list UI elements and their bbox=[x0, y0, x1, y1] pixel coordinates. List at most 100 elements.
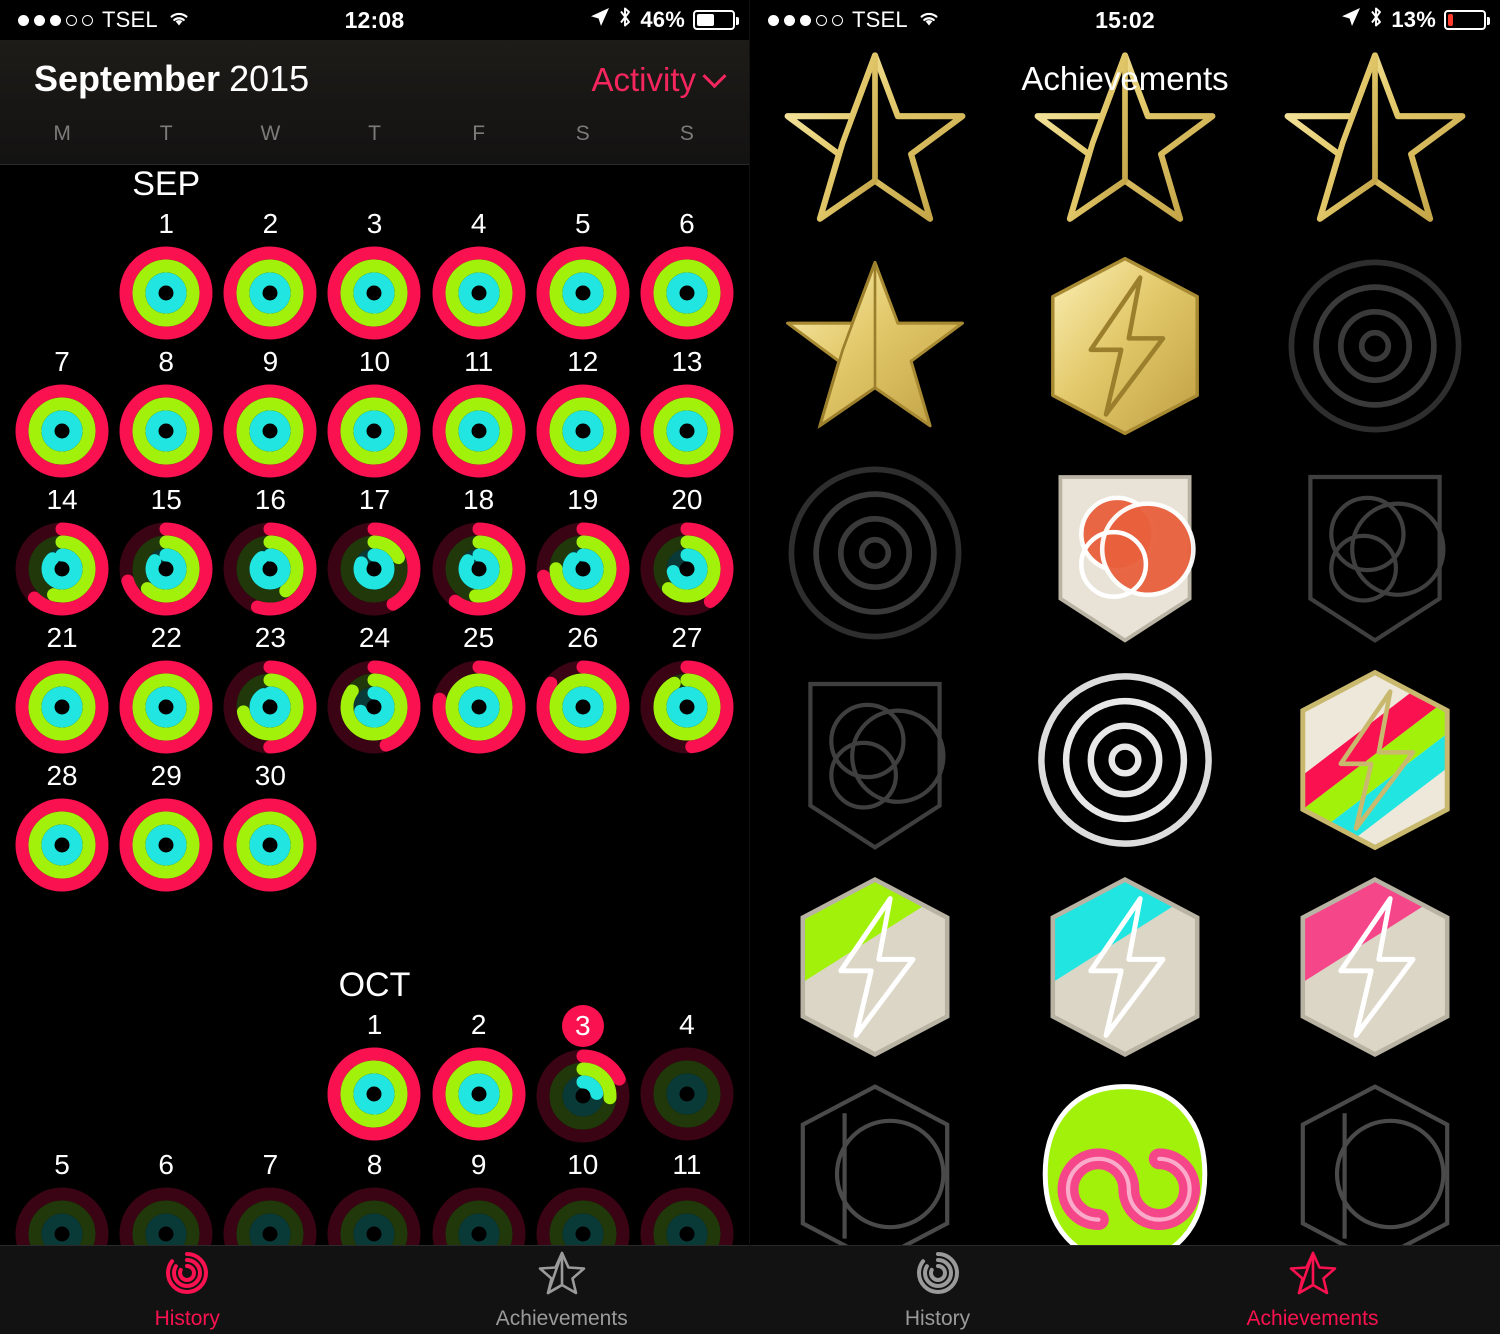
locked-shield-icon bbox=[1308, 474, 1446, 643]
pink-bolt-hexagon-badge[interactable] bbox=[1275, 867, 1475, 1067]
locked-ten-icon bbox=[800, 1083, 950, 1245]
day-number: 3 bbox=[366, 208, 383, 239]
day-number: 2 bbox=[470, 1009, 487, 1040]
calendar-day-cell[interactable]: 2 bbox=[427, 1005, 531, 1145]
calendar-day-cell[interactable]: 23 bbox=[218, 618, 322, 756]
calendar-day-cell[interactable]: 20 bbox=[635, 480, 739, 618]
activity-rings bbox=[119, 798, 213, 892]
calendar-day-cell[interactable]: 12 bbox=[531, 342, 635, 480]
silver-rings-badge[interactable] bbox=[1025, 660, 1225, 860]
calendar-day-cell[interactable]: 16 bbox=[218, 480, 322, 618]
move-goal-shield-badge[interactable] bbox=[1025, 453, 1225, 653]
calendar-day-cell[interactable]: 18 bbox=[427, 480, 531, 618]
battery-percent-label: 13% bbox=[1391, 7, 1436, 32]
calendar-day-cell[interactable]: 5 bbox=[10, 1145, 114, 1245]
activity-rings bbox=[119, 1187, 213, 1245]
calendar-day-cell[interactable]: 6 bbox=[635, 204, 739, 342]
calendar-day-cell[interactable]: 4 bbox=[427, 204, 531, 342]
activity-rings bbox=[223, 660, 317, 754]
status-clock: 12:08 bbox=[344, 6, 405, 33]
calendar-day-cell[interactable]: 8 bbox=[322, 1145, 426, 1245]
locked-rings-badge[interactable] bbox=[775, 453, 975, 653]
infinity-loop-badge[interactable] bbox=[1025, 1074, 1225, 1245]
wifi-icon bbox=[917, 7, 941, 33]
calendar-day-cell[interactable]: 19 bbox=[531, 480, 635, 618]
gold-bolt-hexagon-badge[interactable] bbox=[1025, 246, 1225, 446]
calendar-day-cell[interactable]: 4 bbox=[635, 1005, 739, 1145]
activity-rings-icon bbox=[166, 1251, 209, 1294]
cyan-bolt-hexagon-badge[interactable] bbox=[1025, 867, 1225, 1067]
calendar-day-cell[interactable]: 3 bbox=[322, 204, 426, 342]
calendar-day-cell[interactable]: 15 bbox=[114, 480, 218, 618]
calendar-day-cell[interactable]: 27 bbox=[635, 618, 739, 756]
locked-ten-badge[interactable] bbox=[1275, 1074, 1475, 1245]
calendar-day-cell[interactable]: 21 bbox=[10, 618, 114, 756]
calendar-day-cell[interactable]: 6 bbox=[114, 1145, 218, 1245]
calendar-day-cell[interactable]: 17 bbox=[322, 480, 426, 618]
locked-rings-badge[interactable] bbox=[1275, 246, 1475, 446]
calendar-day-cell[interactable]: 11 bbox=[427, 342, 531, 480]
calendar-day-cell[interactable]: 9 bbox=[427, 1145, 531, 1245]
activity-rings-icon bbox=[916, 1251, 959, 1294]
achievements-grid[interactable] bbox=[750, 35, 1500, 1245]
calendar-day-cell[interactable]: 7 bbox=[10, 342, 114, 480]
calendar-day-cell[interactable]: 13 bbox=[635, 342, 739, 480]
day-rings-wrap bbox=[531, 520, 635, 618]
calendar-day-cell[interactable]: 29 bbox=[114, 756, 218, 894]
calendar-day-cell[interactable]: 11 bbox=[635, 1145, 739, 1245]
activity-rings bbox=[536, 660, 630, 754]
day-number: 11 bbox=[464, 346, 494, 377]
day-rings-wrap bbox=[322, 1185, 426, 1245]
calendar-day-cell[interactable]: 8 bbox=[114, 342, 218, 480]
tab-history[interactable]: History bbox=[0, 1246, 375, 1334]
tab-achievements[interactable]: Achievements bbox=[1125, 1246, 1500, 1334]
green-bolt-hexagon-badge[interactable] bbox=[775, 867, 975, 1067]
day-number: 5 bbox=[574, 208, 591, 239]
cyan-bolt-hexagon-icon bbox=[1050, 876, 1200, 1057]
calendar-day-cell[interactable]: 10 bbox=[322, 342, 426, 480]
day-number-wrap: 10 bbox=[322, 342, 426, 382]
calendar-day-cell[interactable]: 26 bbox=[531, 618, 635, 756]
calendar-day-cell[interactable]: 2 bbox=[218, 204, 322, 342]
day-rings-wrap bbox=[322, 658, 426, 756]
day-number: 20 bbox=[671, 484, 703, 515]
bluetooth-icon bbox=[618, 6, 632, 34]
locked-shield-badge[interactable] bbox=[775, 660, 975, 860]
calendar-scroll-area[interactable]: SEP 1 2 3 4 5 6 7 8 9 10 11 12 13 14 15 16 17 18 19 20 21 22 23… bbox=[0, 165, 749, 1245]
calendar-day-cell[interactable]: 28 bbox=[10, 756, 114, 894]
gold-star-filled-badge[interactable] bbox=[775, 246, 975, 446]
locked-shield-badge[interactable] bbox=[1275, 453, 1475, 653]
calendar-day-cell[interactable]: 1 bbox=[322, 1005, 426, 1145]
locked-ten-badge[interactable] bbox=[775, 1074, 975, 1245]
location-arrow-icon bbox=[590, 7, 610, 33]
tricolor-bolt-hexagon-badge[interactable] bbox=[1275, 660, 1475, 860]
activity-rings bbox=[223, 1187, 317, 1245]
calendar-day-cell[interactable]: 7 bbox=[218, 1145, 322, 1245]
calendar-day-cell[interactable]: 25 bbox=[427, 618, 531, 756]
calendar-day-cell[interactable]: 24 bbox=[322, 618, 426, 756]
calendar-day-cell[interactable]: 9 bbox=[218, 342, 322, 480]
calendar-day-cell[interactable]: 1 bbox=[114, 204, 218, 342]
empty-day-cell bbox=[218, 1005, 322, 1145]
calendar-day-cell[interactable]: 22 bbox=[114, 618, 218, 756]
weekday-label-6: S bbox=[679, 122, 694, 145]
day-number: 10 bbox=[358, 346, 391, 377]
calendar-week-row: 14 15 16 17 18 19 20 bbox=[0, 480, 749, 618]
signal-dot bbox=[784, 14, 795, 26]
tab-label: Achievements bbox=[495, 1306, 628, 1330]
activity-rings bbox=[327, 1187, 421, 1245]
day-number: 25 bbox=[463, 622, 495, 653]
calendar-day-cell[interactable]: 5 bbox=[531, 204, 635, 342]
calendar-day-cell[interactable]: 3 bbox=[531, 1005, 635, 1145]
activity-filter-button[interactable]: Activity bbox=[591, 61, 727, 99]
activity-rings bbox=[432, 384, 526, 478]
tab-history[interactable]: History bbox=[750, 1246, 1125, 1334]
tab-achievements[interactable]: Achievements bbox=[375, 1246, 750, 1334]
day-number-wrap: 20 bbox=[635, 480, 739, 520]
day-number-wrap: 26 bbox=[531, 618, 635, 658]
day-number: 7 bbox=[54, 346, 70, 377]
calendar-day-cell[interactable]: 14 bbox=[10, 480, 114, 618]
calendar-day-cell[interactable]: 30 bbox=[218, 756, 322, 894]
calendar-day-cell[interactable]: 10 bbox=[531, 1145, 635, 1245]
